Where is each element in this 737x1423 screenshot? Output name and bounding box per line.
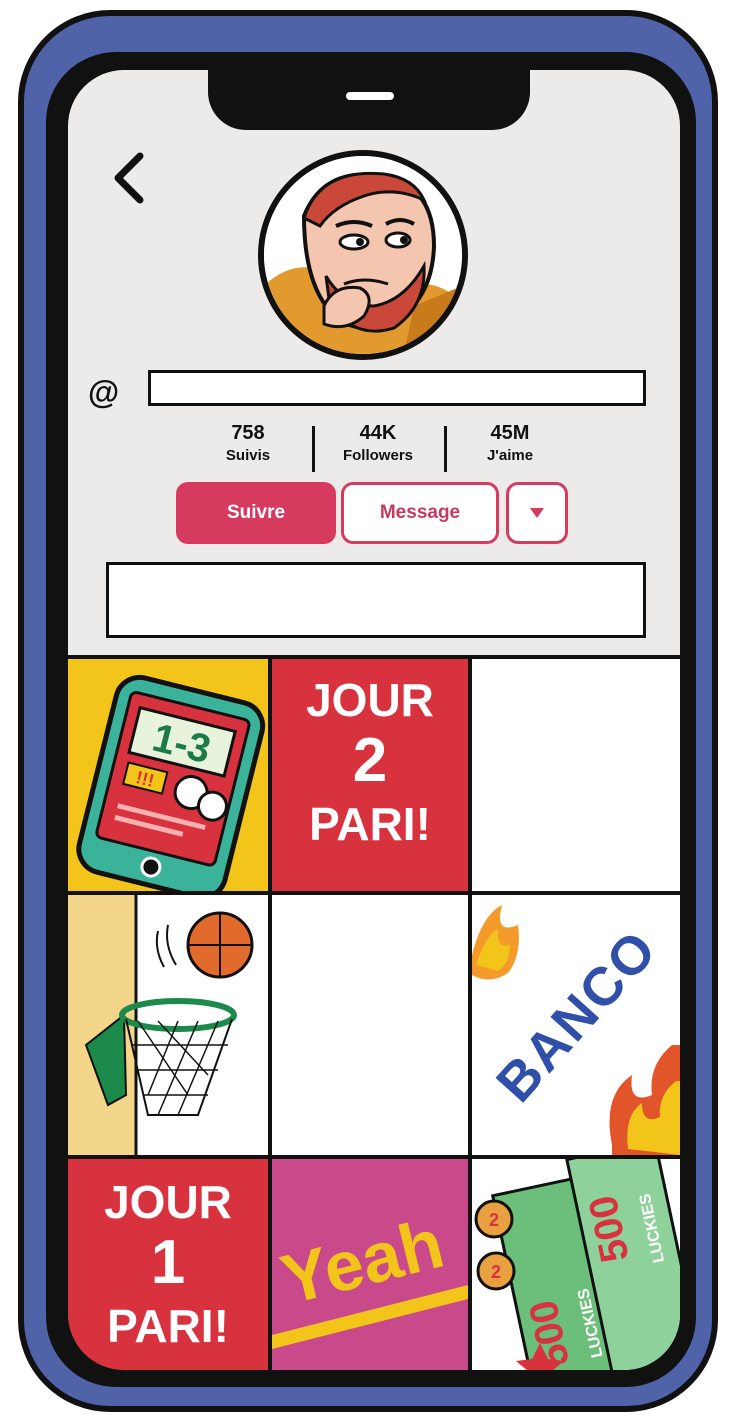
- phone-notch: [208, 70, 530, 130]
- post-text-line: PARI!: [309, 798, 431, 850]
- basketball-hoop-icon: [68, 895, 254, 1155]
- post-tile-jour-1-pari[interactable]: JOUR 1 PARI!: [68, 1159, 268, 1370]
- post-tile-banco[interactable]: BANCO: [472, 895, 680, 1155]
- post-tile-yeah[interactable]: Yeah: [272, 1159, 468, 1370]
- followers-count: 44K: [359, 422, 397, 444]
- post-tile-tickets[interactable]: 500 LUCKIES 500 LUCKIES 2 2: [472, 1159, 680, 1370]
- follow-button[interactable]: Suivre: [176, 482, 336, 544]
- stats-divider: [444, 426, 447, 472]
- message-button[interactable]: Message: [341, 482, 499, 544]
- coin-value: 2: [489, 1210, 499, 1230]
- likes-count: 45M: [490, 422, 530, 444]
- stats-divider: [312, 426, 315, 472]
- likes-label: J'aime: [486, 447, 534, 464]
- post-tile-phone-score[interactable]: 1-3 !!!: [68, 659, 268, 891]
- speaker-grille: [346, 92, 394, 100]
- stat-likes[interactable]: 45M J'aime: [450, 420, 570, 466]
- back-button[interactable]: [106, 148, 156, 208]
- following-label: Suivis: [225, 447, 271, 464]
- at-symbol: @: [88, 374, 120, 410]
- post-text-line: 1: [150, 1228, 186, 1297]
- post-tile-basketball[interactable]: [68, 895, 268, 1155]
- post-tile-jour-2-pari[interactable]: JOUR 2 PARI!: [272, 659, 468, 891]
- post-tile-blank[interactable]: [472, 659, 680, 891]
- profile-screen: @ 758 Suivis 44K Followers 45M J'aime Su…: [68, 70, 680, 1370]
- phone-scoreboard-icon: 1-3 !!!: [76, 674, 266, 891]
- posts-grid: 1-3 !!! JOUR 2 PARI! BANCO JOUR 1 PARI! …: [68, 655, 680, 1370]
- stat-following[interactable]: 758 Suivis: [188, 420, 308, 466]
- more-options-button[interactable]: [506, 482, 568, 544]
- followers-label: Followers: [342, 447, 413, 464]
- post-tile-blank[interactable]: [272, 895, 468, 1155]
- profile-portrait-icon: [264, 156, 462, 354]
- post-text-line: JOUR: [104, 1176, 232, 1228]
- chevron-left-icon: [114, 152, 144, 204]
- stat-followers[interactable]: 44K Followers: [318, 420, 438, 466]
- avatar[interactable]: [258, 150, 468, 360]
- lottery-tickets-icon: 500 LUCKIES 500 LUCKIES 2 2: [472, 1159, 680, 1370]
- username-field: [148, 370, 646, 406]
- post-text-line: PARI!: [107, 1300, 229, 1352]
- bio-field: [106, 562, 646, 638]
- post-text-line: JOUR: [306, 674, 434, 726]
- coin-value: 2: [491, 1262, 501, 1282]
- following-count: 758: [231, 422, 265, 444]
- post-text-line: 2: [352, 726, 388, 795]
- profile-stats: 758 Suivis 44K Followers 45M J'aime: [188, 420, 568, 480]
- caret-down-icon: [530, 508, 544, 518]
